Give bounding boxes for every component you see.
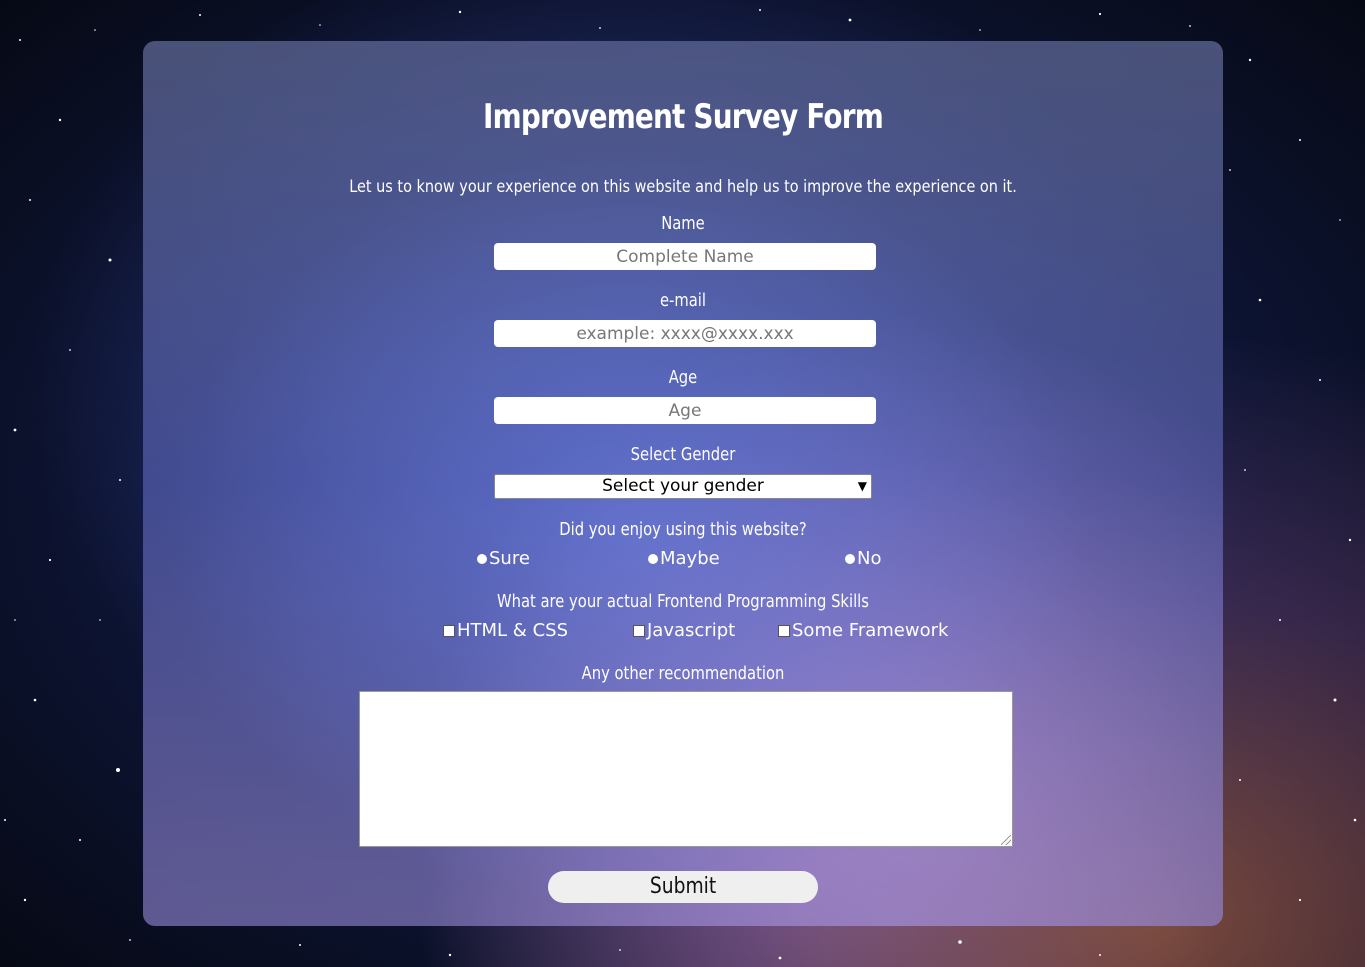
skill-option-framework[interactable]: Some Framework	[778, 620, 948, 641]
checkbox[interactable]	[633, 624, 645, 637]
enjoy-option-label: No	[857, 548, 882, 569]
radio-button[interactable]	[477, 553, 487, 564]
form-title: Improvement Survey Form	[483, 97, 884, 137]
name-label: Name	[661, 213, 705, 234]
skill-option-html-css[interactable]: HTML & CSS	[443, 620, 568, 641]
recommendation-textarea[interactable]	[359, 691, 1013, 847]
enjoy-option-maybe[interactable]: Maybe	[648, 548, 720, 569]
enjoy-option-sure[interactable]: Sure	[477, 548, 530, 569]
skills-question: What are your actual Frontend Programmin…	[497, 591, 869, 612]
survey-form: Improvement Survey Form Let us to know y…	[143, 41, 1223, 926]
radio-button[interactable]	[648, 553, 658, 564]
age-label: Age	[668, 367, 698, 388]
chevron-down-icon: ▼	[857, 479, 867, 493]
enjoy-option-no[interactable]: No	[845, 548, 881, 569]
gender-selected-value: Select your gender	[602, 476, 764, 496]
enjoy-question: Did you enjoy using this website?	[559, 519, 807, 540]
checkbox[interactable]	[778, 624, 790, 637]
gender-label: Select Gender	[630, 444, 736, 465]
skill-option-javascript[interactable]: Javascript	[633, 620, 735, 641]
skill-option-label: HTML & CSS	[457, 620, 568, 641]
enjoy-option-label: Sure	[489, 548, 530, 569]
submit-button-label: Submit	[649, 874, 717, 899]
submit-button[interactable]: Submit	[548, 871, 818, 903]
gender-select[interactable]: Select your gender ▼	[494, 474, 872, 499]
name-input[interactable]	[494, 243, 876, 270]
enjoy-option-label: Maybe	[660, 548, 720, 569]
email-input[interactable]	[494, 320, 876, 347]
skill-option-label: Javascript	[647, 620, 736, 641]
checkbox[interactable]	[443, 624, 455, 637]
form-description: Let us to know your experience on this w…	[349, 177, 1017, 197]
resize-handle-icon[interactable]	[1001, 835, 1011, 845]
skill-option-label: Some Framework	[792, 620, 949, 641]
radio-button[interactable]	[845, 553, 855, 564]
recommendation-label: Any other recommendation	[581, 663, 785, 684]
age-input[interactable]	[494, 397, 876, 424]
email-label: e-mail	[659, 290, 707, 311]
